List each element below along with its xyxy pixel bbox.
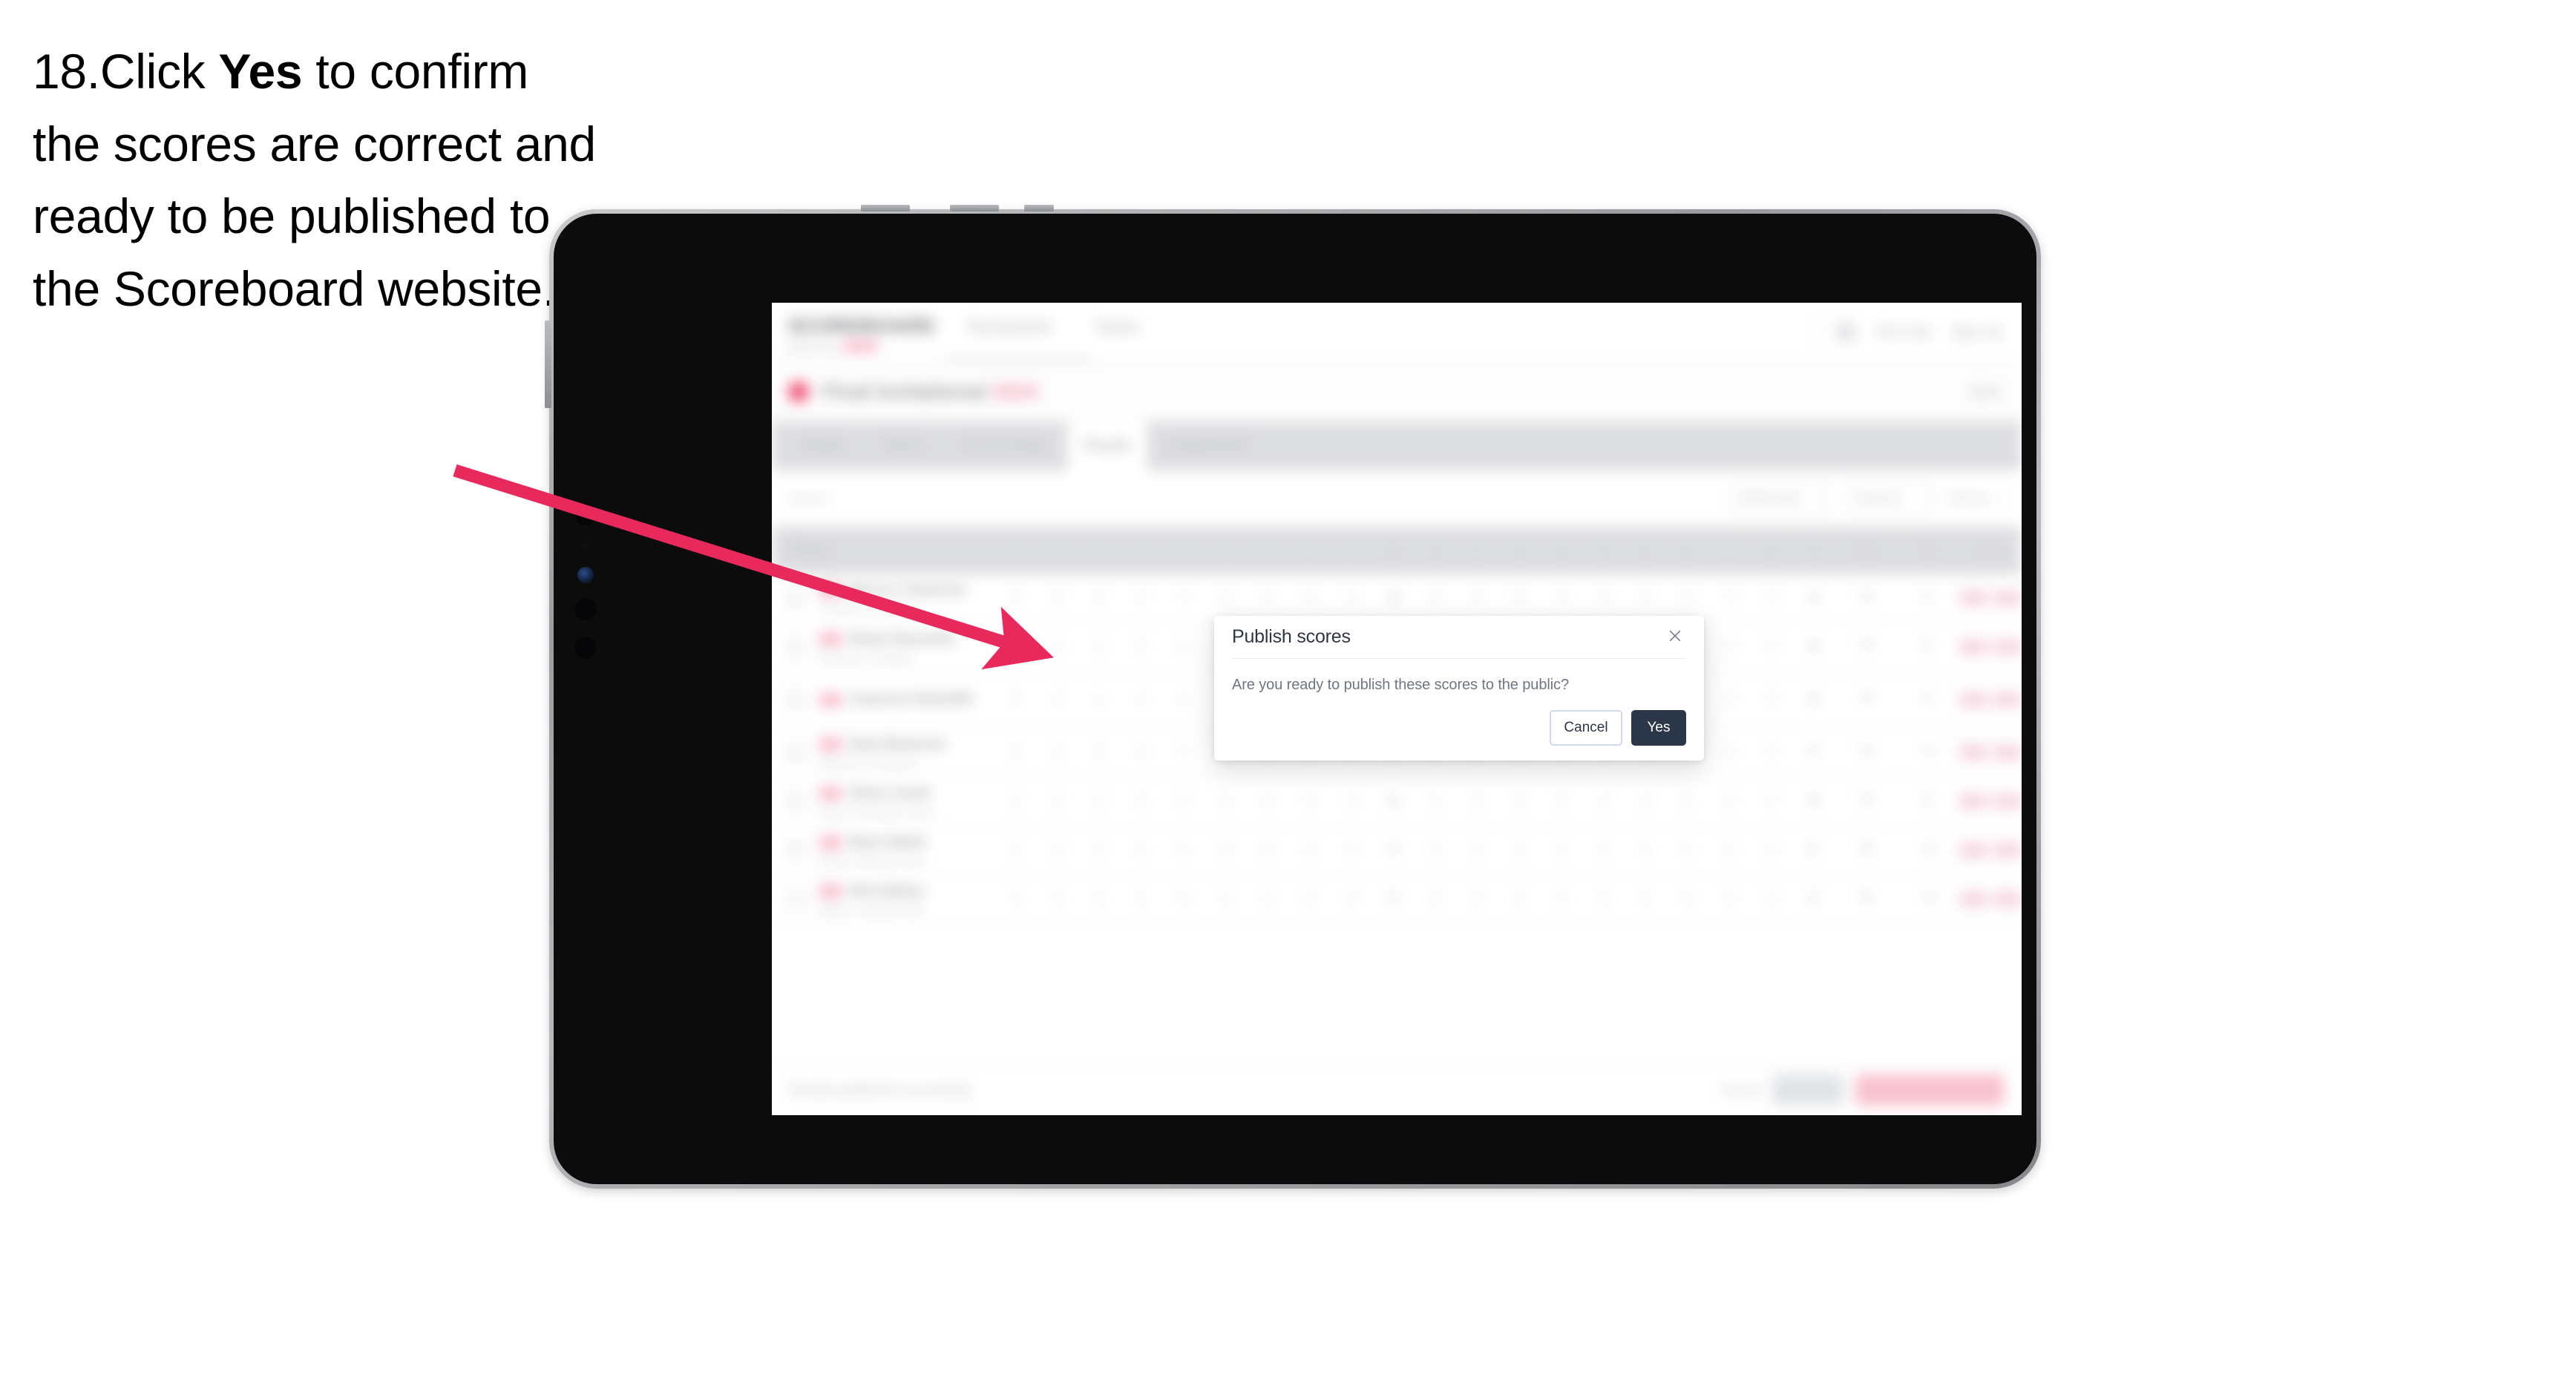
slide-canvas: 18.Click Yes to confirm the scores are c…	[0, 0, 2576, 1386]
front-camera-icon	[577, 567, 594, 583]
dialog-header: Publish scores	[1232, 616, 1686, 659]
tablet-screen: SCOREBOARD powered by Tournaments Teams	[772, 303, 2022, 1115]
dialog-message: Are you ready to publish these scores to…	[1232, 677, 1569, 693]
yes-button[interactable]: Yes	[1631, 710, 1686, 746]
speaker-hole-icon-2	[574, 598, 597, 620]
power-button[interactable]	[1024, 205, 1054, 211]
dialog-body: Are you ready to publish these scores to…	[1232, 659, 1686, 694]
instruction-text: 18.Click Yes to confirm the scores are c…	[33, 36, 597, 326]
dialog-title: Publish scores	[1232, 626, 1351, 647]
volume-up-button[interactable]	[861, 205, 910, 211]
volume-down-button[interactable]	[950, 205, 999, 211]
dialog-footer: Cancel Yes	[1550, 710, 1686, 746]
instruction-bold-yes: Yes	[218, 44, 303, 99]
step-number: 18.	[33, 44, 100, 99]
cancel-button[interactable]: Cancel	[1550, 710, 1622, 746]
publish-scores-dialog: Publish scores Are you ready to publish …	[1214, 616, 1704, 761]
instruction-before: Click	[99, 44, 219, 99]
tablet-bezel: SCOREBOARD powered by Tournaments Teams	[554, 214, 2036, 1184]
sensor-dot-icon	[583, 543, 589, 549]
close-icon[interactable]	[1664, 625, 1686, 647]
speaker-hole-icon	[574, 503, 597, 525]
tablet-device: SCOREBOARD powered by Tournaments Teams	[545, 205, 2041, 1189]
side-button[interactable]	[545, 321, 551, 408]
speaker-hole-icon-3	[574, 637, 597, 659]
